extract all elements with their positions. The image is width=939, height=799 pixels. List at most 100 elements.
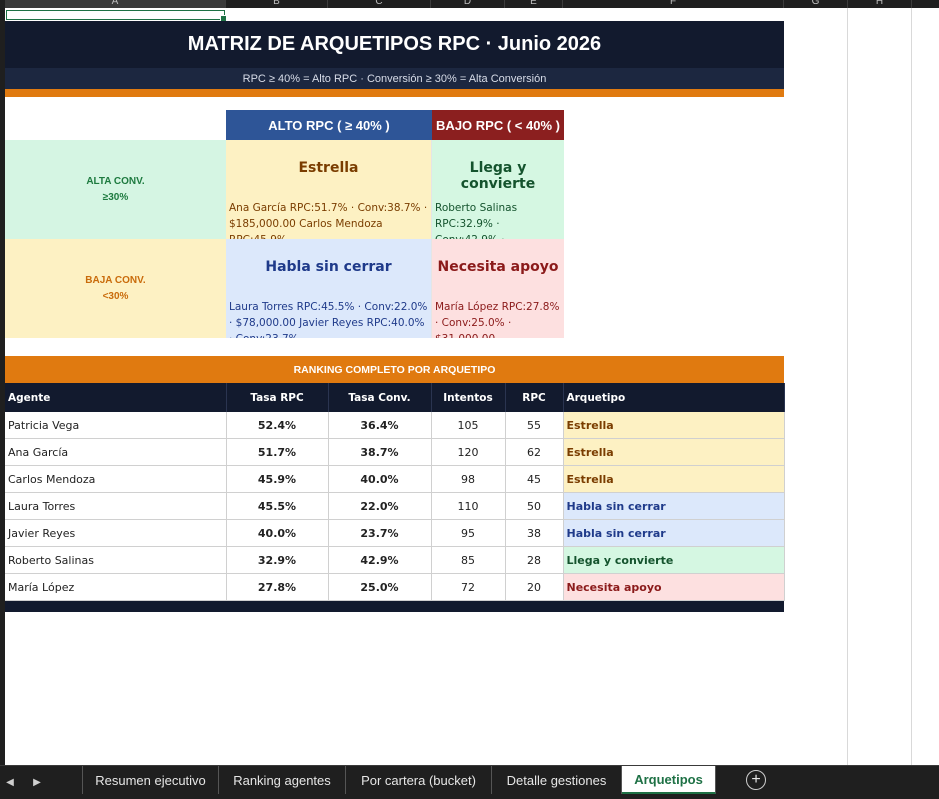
sheet-tab-bar: ◀ ▶ Resumen ejecutivo Ranking agentes Po… (0, 765, 939, 799)
cell-archetype[interactable]: Habla sin cerrar (563, 519, 785, 547)
table-row[interactable]: María López 27.8% 25.0% 72 20 Necesita apoyo (5, 573, 785, 601)
cell-agent[interactable]: María López (5, 573, 227, 601)
ranking-title: RANKING COMPLETO POR ARQUETIPO (5, 356, 784, 383)
table-row[interactable]: Patricia Vega 52.4% 36.4% 105 55 Estrella (5, 412, 785, 439)
cell-attempts[interactable]: 98 (431, 465, 506, 493)
table-row[interactable]: Ana García 51.7% 38.7% 120 62 Estrella (5, 438, 785, 466)
cell-archetype[interactable]: Llega y convierte (563, 546, 785, 574)
header-agent[interactable]: Agente (5, 383, 227, 412)
row-label-line-1: BAJA CONV. (85, 274, 146, 286)
cell-rpc-rate[interactable]: 45.9% (226, 465, 329, 493)
cell-conv-rate[interactable]: 38.7% (328, 438, 432, 466)
selected-cell-a1[interactable] (6, 10, 227, 22)
column-header-h[interactable]: H (848, 0, 912, 8)
table-row[interactable]: Carlos Mendoza 45.9% 40.0% 98 45 Estrella (5, 465, 785, 493)
cell-attempts[interactable]: 72 (431, 573, 506, 601)
matrix-header-low-rpc: BAJO RPC ( < 40% ) (432, 110, 564, 140)
tab-ranking-agentes[interactable]: Ranking agentes (219, 766, 346, 794)
cell-attempts[interactable]: 85 (431, 546, 506, 574)
triangle-left-icon[interactable]: ◀ (1, 772, 19, 792)
cell-rpc-rate[interactable]: 32.9% (226, 546, 329, 574)
quadrant-llega-y-convierte[interactable]: Llega y convierte Roberto Salinas RPC:32… (432, 140, 564, 239)
cell-conv-rate[interactable]: 40.0% (328, 465, 432, 493)
quadrant-title: Habla sin cerrar (265, 259, 392, 275)
quadrant-agents: María López RPC:27.8% · Conv:25.0% · $31… (435, 301, 560, 338)
quadrant-agents: Ana García RPC:51.7% · Conv:38.7% · $185… (229, 202, 428, 239)
quadrant-agents: Roberto Salinas RPC:32.9% · Conv:42.9% ·… (435, 202, 518, 239)
cell-conv-rate[interactable]: 23.7% (328, 519, 432, 547)
column-header-b[interactable]: B (226, 0, 328, 8)
cell-conv-rate[interactable]: 36.4% (328, 412, 432, 439)
cell-agent[interactable]: Ana García (5, 438, 227, 466)
column-header-e[interactable]: E (505, 0, 563, 8)
ranking-body: Patricia Vega 52.4% 36.4% 105 55 Estrella Ana … (5, 412, 785, 601)
cell-archetype[interactable]: Habla sin cerrar (563, 492, 785, 520)
tab-por-cartera[interactable]: Por cartera (bucket) (346, 766, 492, 794)
cell-rpc-rate[interactable]: 40.0% (226, 519, 329, 547)
quadrant-title: Llega y convierte (460, 160, 536, 192)
quadrant-agents: Laura Torres RPC:45.5% · Conv:22.0% · $7… (229, 301, 428, 338)
triangle-right-icon[interactable]: ▶ (28, 772, 46, 792)
cell-archetype[interactable]: Estrella (563, 465, 785, 493)
matrix-header-high-rpc: ALTO RPC ( ≥ 40% ) (226, 110, 432, 140)
threshold-legend: RPC ≥ 40% = Alto RPC · Conversión ≥ 30% … (5, 68, 784, 89)
quadrant-necesita-apoyo[interactable]: Necesita apoyo María López RPC:27.8% · C… (432, 239, 564, 338)
column-header-g[interactable]: G (784, 0, 848, 8)
cell-attempts[interactable]: 105 (431, 412, 506, 439)
tab-resumen-ejecutivo[interactable]: Resumen ejecutivo (82, 766, 219, 794)
cell-agent[interactable]: Patricia Vega (5, 412, 227, 439)
cell-agent[interactable]: Carlos Mendoza (5, 465, 227, 493)
cell-agent[interactable]: Javier Reyes (5, 519, 227, 547)
cell-archetype[interactable]: Estrella (563, 438, 785, 466)
header-archetype[interactable]: Arquetipo (563, 383, 785, 412)
cell-attempts[interactable]: 120 (431, 438, 506, 466)
header-rpc[interactable]: RPC (505, 383, 564, 412)
page-title: MATRIZ DE ARQUETIPOS RPC · Junio 2026 (5, 21, 784, 68)
quadrant-estrella[interactable]: Estrella Ana García RPC:51.7% · Conv:38.… (226, 140, 432, 239)
column-header-c[interactable]: C (328, 0, 431, 8)
cell-attempts[interactable]: 95 (431, 519, 506, 547)
cell-conv-rate[interactable]: 22.0% (328, 492, 432, 520)
matrix-row-low-conv: BAJA CONV. <30% (5, 239, 226, 338)
column-header-strip: A B C D E F G H (0, 0, 939, 8)
cell-agent[interactable]: Roberto Salinas (5, 546, 227, 574)
cell-rpc[interactable]: 62 (505, 438, 564, 466)
column-header-a[interactable]: A (5, 0, 226, 8)
tab-detalle-gestiones[interactable]: Detalle gestiones (492, 766, 622, 794)
accent-divider (5, 89, 784, 97)
column-header-d[interactable]: D (431, 0, 505, 8)
cell-conv-rate[interactable]: 25.0% (328, 573, 432, 601)
column-header-f[interactable]: F (563, 0, 784, 8)
cell-agent[interactable]: Laura Torres (5, 492, 227, 520)
tab-arquetipos[interactable]: Arquetipos (622, 766, 716, 794)
table-row[interactable]: Roberto Salinas 32.9% 42.9% 85 28 Llega y con… (5, 546, 785, 574)
ranking-footer-bar (5, 601, 784, 612)
quadrant-habla-sin-cerrar[interactable]: Habla sin cerrar Laura Torres RPC:45.5% … (226, 239, 432, 338)
cell-rpc-rate[interactable]: 51.7% (226, 438, 329, 466)
row-label-line-2: <30% (102, 290, 129, 302)
plus-circle-icon[interactable]: + (746, 770, 766, 790)
cell-attempts[interactable]: 110 (431, 492, 506, 520)
cell-rpc[interactable]: 20 (505, 573, 564, 601)
cell-rpc[interactable]: 38 (505, 519, 564, 547)
cell-rpc-rate[interactable]: 45.5% (226, 492, 329, 520)
ranking-table: Agente Tasa RPC Tasa Conv. Intentos RPC … (5, 383, 785, 601)
header-attempts[interactable]: Intentos (431, 383, 506, 412)
ranking-header-row: Agente Tasa RPC Tasa Conv. Intentos RPC … (5, 383, 785, 412)
row-label-line-2: ≥30% (102, 191, 129, 203)
cell-rpc-rate[interactable]: 27.8% (226, 573, 329, 601)
cell-conv-rate[interactable]: 42.9% (328, 546, 432, 574)
cell-archetype[interactable]: Necesita apoyo (563, 573, 785, 601)
cell-rpc[interactable]: 28 (505, 546, 564, 574)
cell-rpc[interactable]: 45 (505, 465, 564, 493)
table-row[interactable]: Laura Torres 45.5% 22.0% 110 50 Habla sin cer… (5, 492, 785, 520)
row-label-line-1: ALTA CONV. (86, 175, 145, 187)
cell-rpc-rate[interactable]: 52.4% (226, 412, 329, 439)
table-row[interactable]: Javier Reyes 40.0% 23.7% 95 38 Habla sin cerr… (5, 519, 785, 547)
cell-rpc[interactable]: 55 (505, 412, 564, 439)
cell-archetype[interactable]: Estrella (563, 412, 785, 439)
empty-grid-area[interactable] (784, 8, 939, 765)
header-conv-rate[interactable]: Tasa Conv. (328, 383, 432, 412)
header-rpc-rate[interactable]: Tasa RPC (226, 383, 329, 412)
cell-rpc[interactable]: 50 (505, 492, 564, 520)
